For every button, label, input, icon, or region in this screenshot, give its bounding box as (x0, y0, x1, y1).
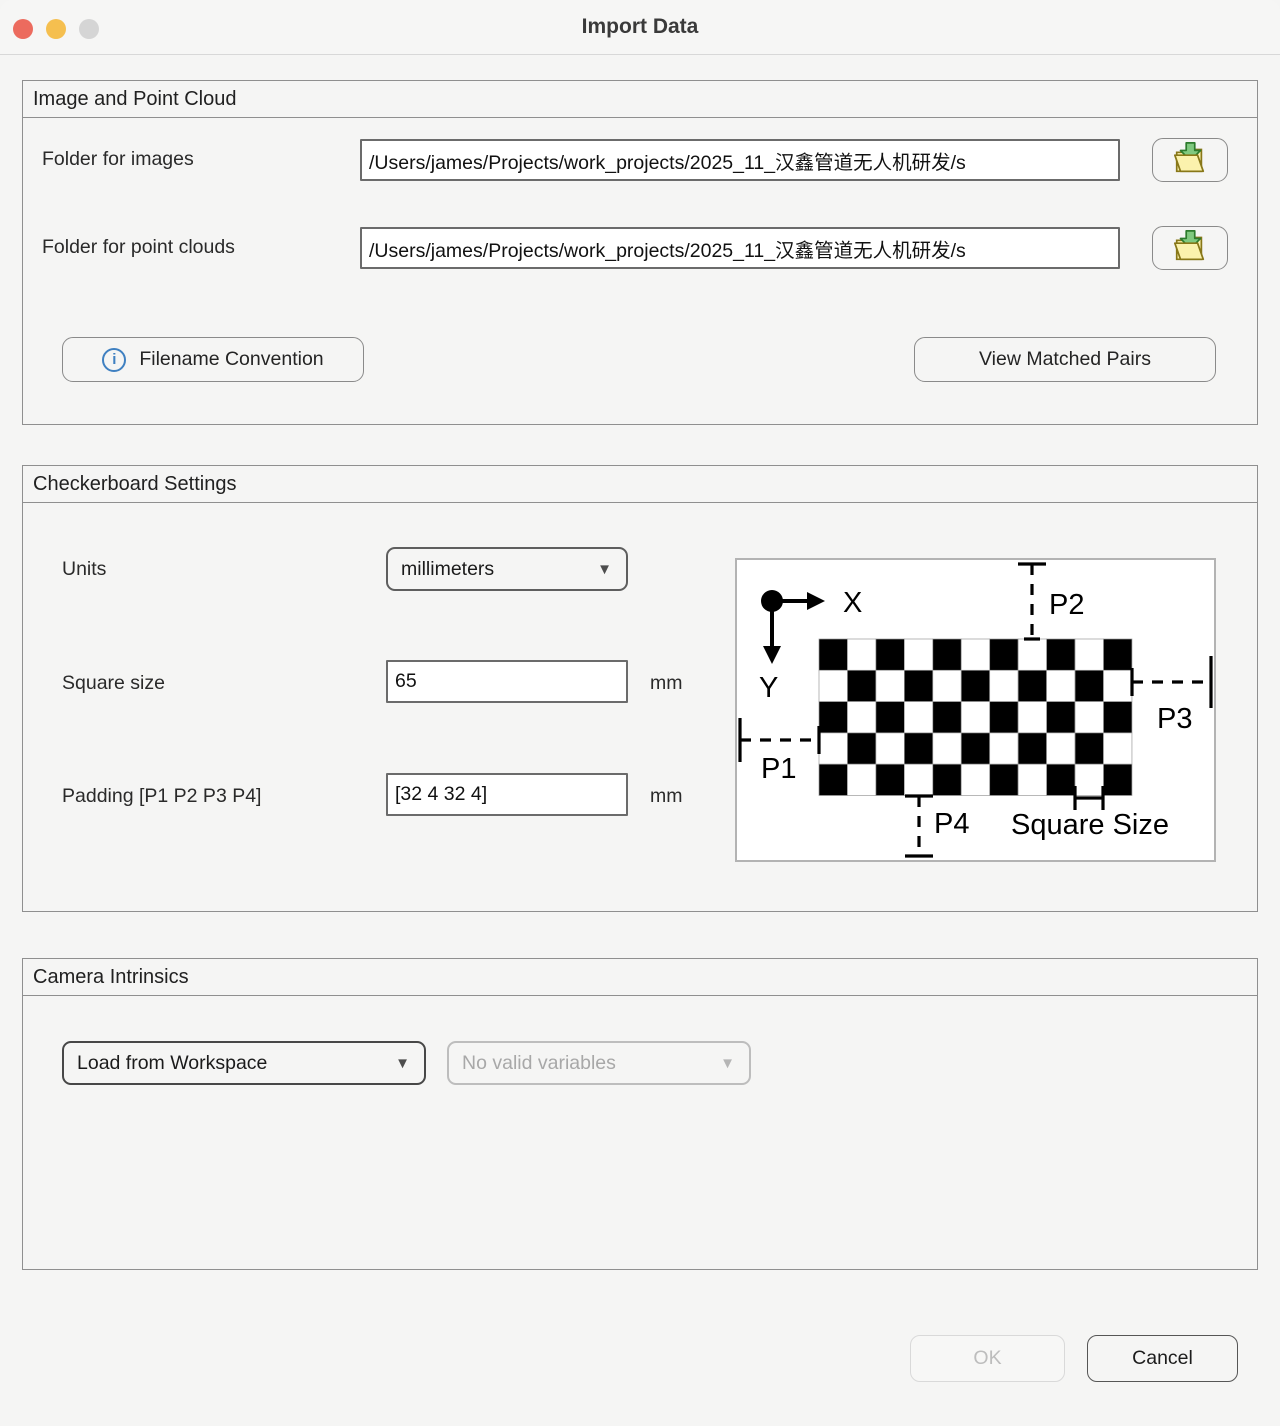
filename-convention-label: Filename Convention (139, 348, 323, 371)
padding-label: Padding [P1 P2 P3 P4] (62, 785, 261, 808)
chevron-down-icon: ▼ (720, 1055, 735, 1072)
units-dropdown-value: millimeters (401, 558, 494, 581)
image-point-cloud-header: Image and Point Cloud (23, 81, 1257, 118)
p4-dimension-line (905, 796, 933, 856)
p4-label: P4 (934, 808, 969, 840)
p1-label: P1 (761, 753, 796, 785)
info-icon: i (102, 348, 126, 372)
camera-intrinsics-header: Camera Intrinsics (23, 959, 1257, 996)
padding-input[interactable] (386, 773, 628, 816)
checkerboard-settings-header: Checkerboard Settings (23, 466, 1257, 503)
folder-images-input[interactable] (360, 139, 1120, 181)
close-window-button[interactable] (13, 19, 33, 39)
checkerboard-squares (819, 639, 1132, 796)
folder-pointclouds-input[interactable] (360, 227, 1120, 269)
intrinsics-variables-value: No valid variables (462, 1052, 616, 1075)
ok-button[interactable]: OK (910, 1335, 1065, 1382)
y-axis-label: Y (759, 672, 778, 704)
browse-images-folder-button[interactable] (1152, 138, 1228, 182)
window-title: Import Data (582, 15, 699, 39)
units-label: Units (62, 558, 106, 581)
p2-label: P2 (1049, 589, 1084, 621)
view-matched-pairs-label: View Matched Pairs (979, 348, 1151, 371)
window-controls (13, 19, 99, 39)
camera-intrinsics-panel: Camera Intrinsics (22, 958, 1258, 1270)
title-bar: Import Data (0, 0, 1280, 55)
x-axis-label: X (843, 587, 862, 619)
intrinsics-variables-dropdown[interactable]: No valid variables ▼ (447, 1041, 751, 1085)
zoom-window-button[interactable] (79, 19, 99, 39)
p3-label: P3 (1157, 703, 1192, 735)
open-folder-import-icon (1169, 228, 1211, 268)
square-size-unit: mm (650, 672, 683, 695)
padding-unit: mm (650, 785, 683, 808)
square-size-input[interactable] (386, 660, 628, 703)
open-folder-import-icon (1169, 140, 1211, 180)
checkerboard-diagram-svg: X Y P2 P3 P1 P4 (737, 560, 1214, 860)
browse-pointclouds-folder-button[interactable] (1152, 226, 1228, 270)
intrinsics-source-value: Load from Workspace (77, 1052, 267, 1075)
view-matched-pairs-button[interactable]: View Matched Pairs (914, 337, 1216, 382)
origin-axes-icon (761, 590, 825, 664)
filename-convention-button[interactable]: i Filename Convention (62, 337, 364, 382)
p3-dimension-line (1132, 656, 1211, 708)
intrinsics-source-dropdown[interactable]: Load from Workspace ▼ (62, 1041, 426, 1085)
square-size-diagram-label: Square Size (1011, 809, 1169, 841)
chevron-down-icon: ▼ (597, 561, 612, 578)
square-size-label: Square size (62, 672, 165, 695)
checkerboard-diagram: X Y P2 P3 P1 P4 (735, 558, 1216, 862)
p2-dimension-line (1018, 564, 1046, 639)
folder-images-label: Folder for images (42, 148, 194, 171)
chevron-down-icon: ▼ (395, 1055, 410, 1072)
folder-pointclouds-label: Folder for point clouds (42, 236, 235, 259)
minimize-window-button[interactable] (46, 19, 66, 39)
units-dropdown[interactable]: millimeters ▼ (386, 547, 628, 591)
cancel-button[interactable]: Cancel (1087, 1335, 1238, 1382)
